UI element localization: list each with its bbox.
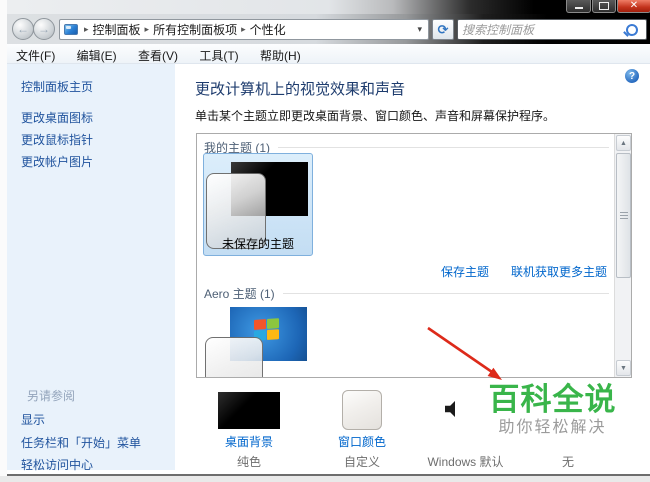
sidebar-item-desktop-icons[interactable]: 更改桌面图标 <box>21 109 93 126</box>
window-color-value: 自定义 <box>343 455 380 469</box>
close-button[interactable]: ✕ <box>617 0 650 13</box>
divider <box>282 293 609 294</box>
breadcrumb-personalization[interactable]: 个性化 <box>250 21 286 38</box>
desktop-background-value: 纯色 <box>236 455 261 469</box>
scroll-up-button[interactable]: ▲ <box>616 135 631 151</box>
desktop-background-link[interactable]: 桌面背景 <box>218 433 280 450</box>
scrollbar-thumb[interactable] <box>616 153 631 278</box>
theme-window-glass-thumb <box>205 337 263 377</box>
forward-button[interactable]: → <box>33 18 55 40</box>
close-icon: ✕ <box>629 0 639 11</box>
save-theme-link[interactable]: 保存主题 <box>441 263 489 280</box>
theme-list-scrollbar[interactable]: ▲ ▼ <box>614 134 631 377</box>
address-bar[interactable]: ▸ 控制面板 ▸ 所有控制面板项 ▸ 个性化 ▾ <box>59 19 429 40</box>
forward-icon: → <box>38 22 50 36</box>
sounds-value: Windows 默认 <box>427 455 504 469</box>
sidebar-item-ease-of-access[interactable]: 轻松访问中心 <box>21 456 93 473</box>
breadcrumb-all-items[interactable]: 所有控制面板项 <box>153 21 237 38</box>
back-icon: ← <box>17 22 29 36</box>
help-icon[interactable]: ? <box>625 69 639 83</box>
refresh-icon: ⟳ <box>437 21 449 37</box>
scroll-down-icon: ▼ <box>620 364 627 372</box>
page-title: 更改计算机上的视觉效果和声音 <box>195 81 406 98</box>
menu-view[interactable]: 查看(V) <box>129 44 187 64</box>
menu-help[interactable]: 帮助(H) <box>251 44 310 64</box>
back-button[interactable]: ← <box>12 18 34 40</box>
navigation-toolbar: ← → ▸ 控制面板 ▸ 所有控制面板项 ▸ 个性化 ▾ ⟳ <box>7 14 650 44</box>
sidebar-item-home[interactable]: 控制面板主页 <box>21 78 93 95</box>
window-color-swatch[interactable] <box>342 390 382 430</box>
address-dropdown-icon[interactable]: ▾ <box>415 24 424 35</box>
title-bar: ✕ <box>7 0 650 14</box>
scroll-up-icon: ▲ <box>620 139 627 147</box>
screensaver-value: 无 <box>561 455 574 469</box>
minimize-button[interactable] <box>566 0 591 13</box>
search-box <box>457 19 647 40</box>
menu-file[interactable]: 文件(F) <box>7 44 64 64</box>
watermark-subtitle: 助你轻松解决 <box>498 419 607 436</box>
theme-tile-unsaved[interactable]: 未保存的主题 <box>203 153 313 256</box>
search-icon[interactable] <box>626 23 638 36</box>
sidebar-see-also-header: 另请参阅 <box>27 389 76 403</box>
maximize-icon <box>599 2 609 10</box>
scroll-down-button[interactable]: ▼ <box>616 360 631 376</box>
watermark: 百科全说 助你轻松解决 <box>455 383 650 445</box>
desktop-background-swatch[interactable] <box>218 392 280 429</box>
divider <box>278 147 609 148</box>
scrollbar-grip-icon <box>620 212 628 220</box>
refresh-button[interactable]: ⟳ <box>432 19 454 40</box>
menu-edit[interactable]: 编辑(E) <box>68 44 126 64</box>
sidebar-item-mouse-pointers[interactable]: 更改鼠标指针 <box>21 131 93 148</box>
get-more-themes-link[interactable]: 联机获取更多主题 <box>511 263 607 280</box>
watermark-title: 百科全说 <box>488 382 617 417</box>
theme-tile-aero[interactable] <box>203 299 313 377</box>
breadcrumb-separator-icon: ▸ <box>241 24 246 34</box>
personalization-icon <box>64 24 78 35</box>
sidebar: 控制面板主页 更改桌面图标 更改鼠标指针 更改帐户图片 另请参阅 显示 任务栏和… <box>7 64 175 473</box>
sidebar-item-account-picture[interactable]: 更改帐户图片 <box>21 153 93 170</box>
menu-tools[interactable]: 工具(T) <box>190 44 247 64</box>
window-color-link[interactable]: 窗口颜色 <box>334 433 390 450</box>
theme-list: 我的主题 (1) 未保存的主题 保存主题 联机获取更多主题 Aero 主题 (1… <box>196 133 632 378</box>
breadcrumb-separator-icon: ▸ <box>84 24 89 34</box>
minimize-icon <box>574 7 583 9</box>
theme-links-row: 保存主题 联机获取更多主题 <box>441 263 607 280</box>
menu-bar: 文件(F) 编辑(E) 查看(V) 工具(T) 帮助(H) <box>7 44 650 64</box>
maximize-button[interactable] <box>592 0 616 13</box>
theme-tile-label: 未保存的主题 <box>221 237 294 251</box>
breadcrumb-separator-icon: ▸ <box>144 24 150 34</box>
page-subtitle: 单击某个主题立即更改桌面背景、窗口颜色、声音和屏幕保护程序。 <box>195 109 556 123</box>
breadcrumb-control-panel[interactable]: 控制面板 <box>93 21 141 38</box>
search-input[interactable] <box>458 22 626 37</box>
sidebar-item-display[interactable]: 显示 <box>21 411 45 428</box>
sidebar-item-taskbar-startmenu[interactable]: 任务栏和「开始」菜单 <box>21 434 141 451</box>
